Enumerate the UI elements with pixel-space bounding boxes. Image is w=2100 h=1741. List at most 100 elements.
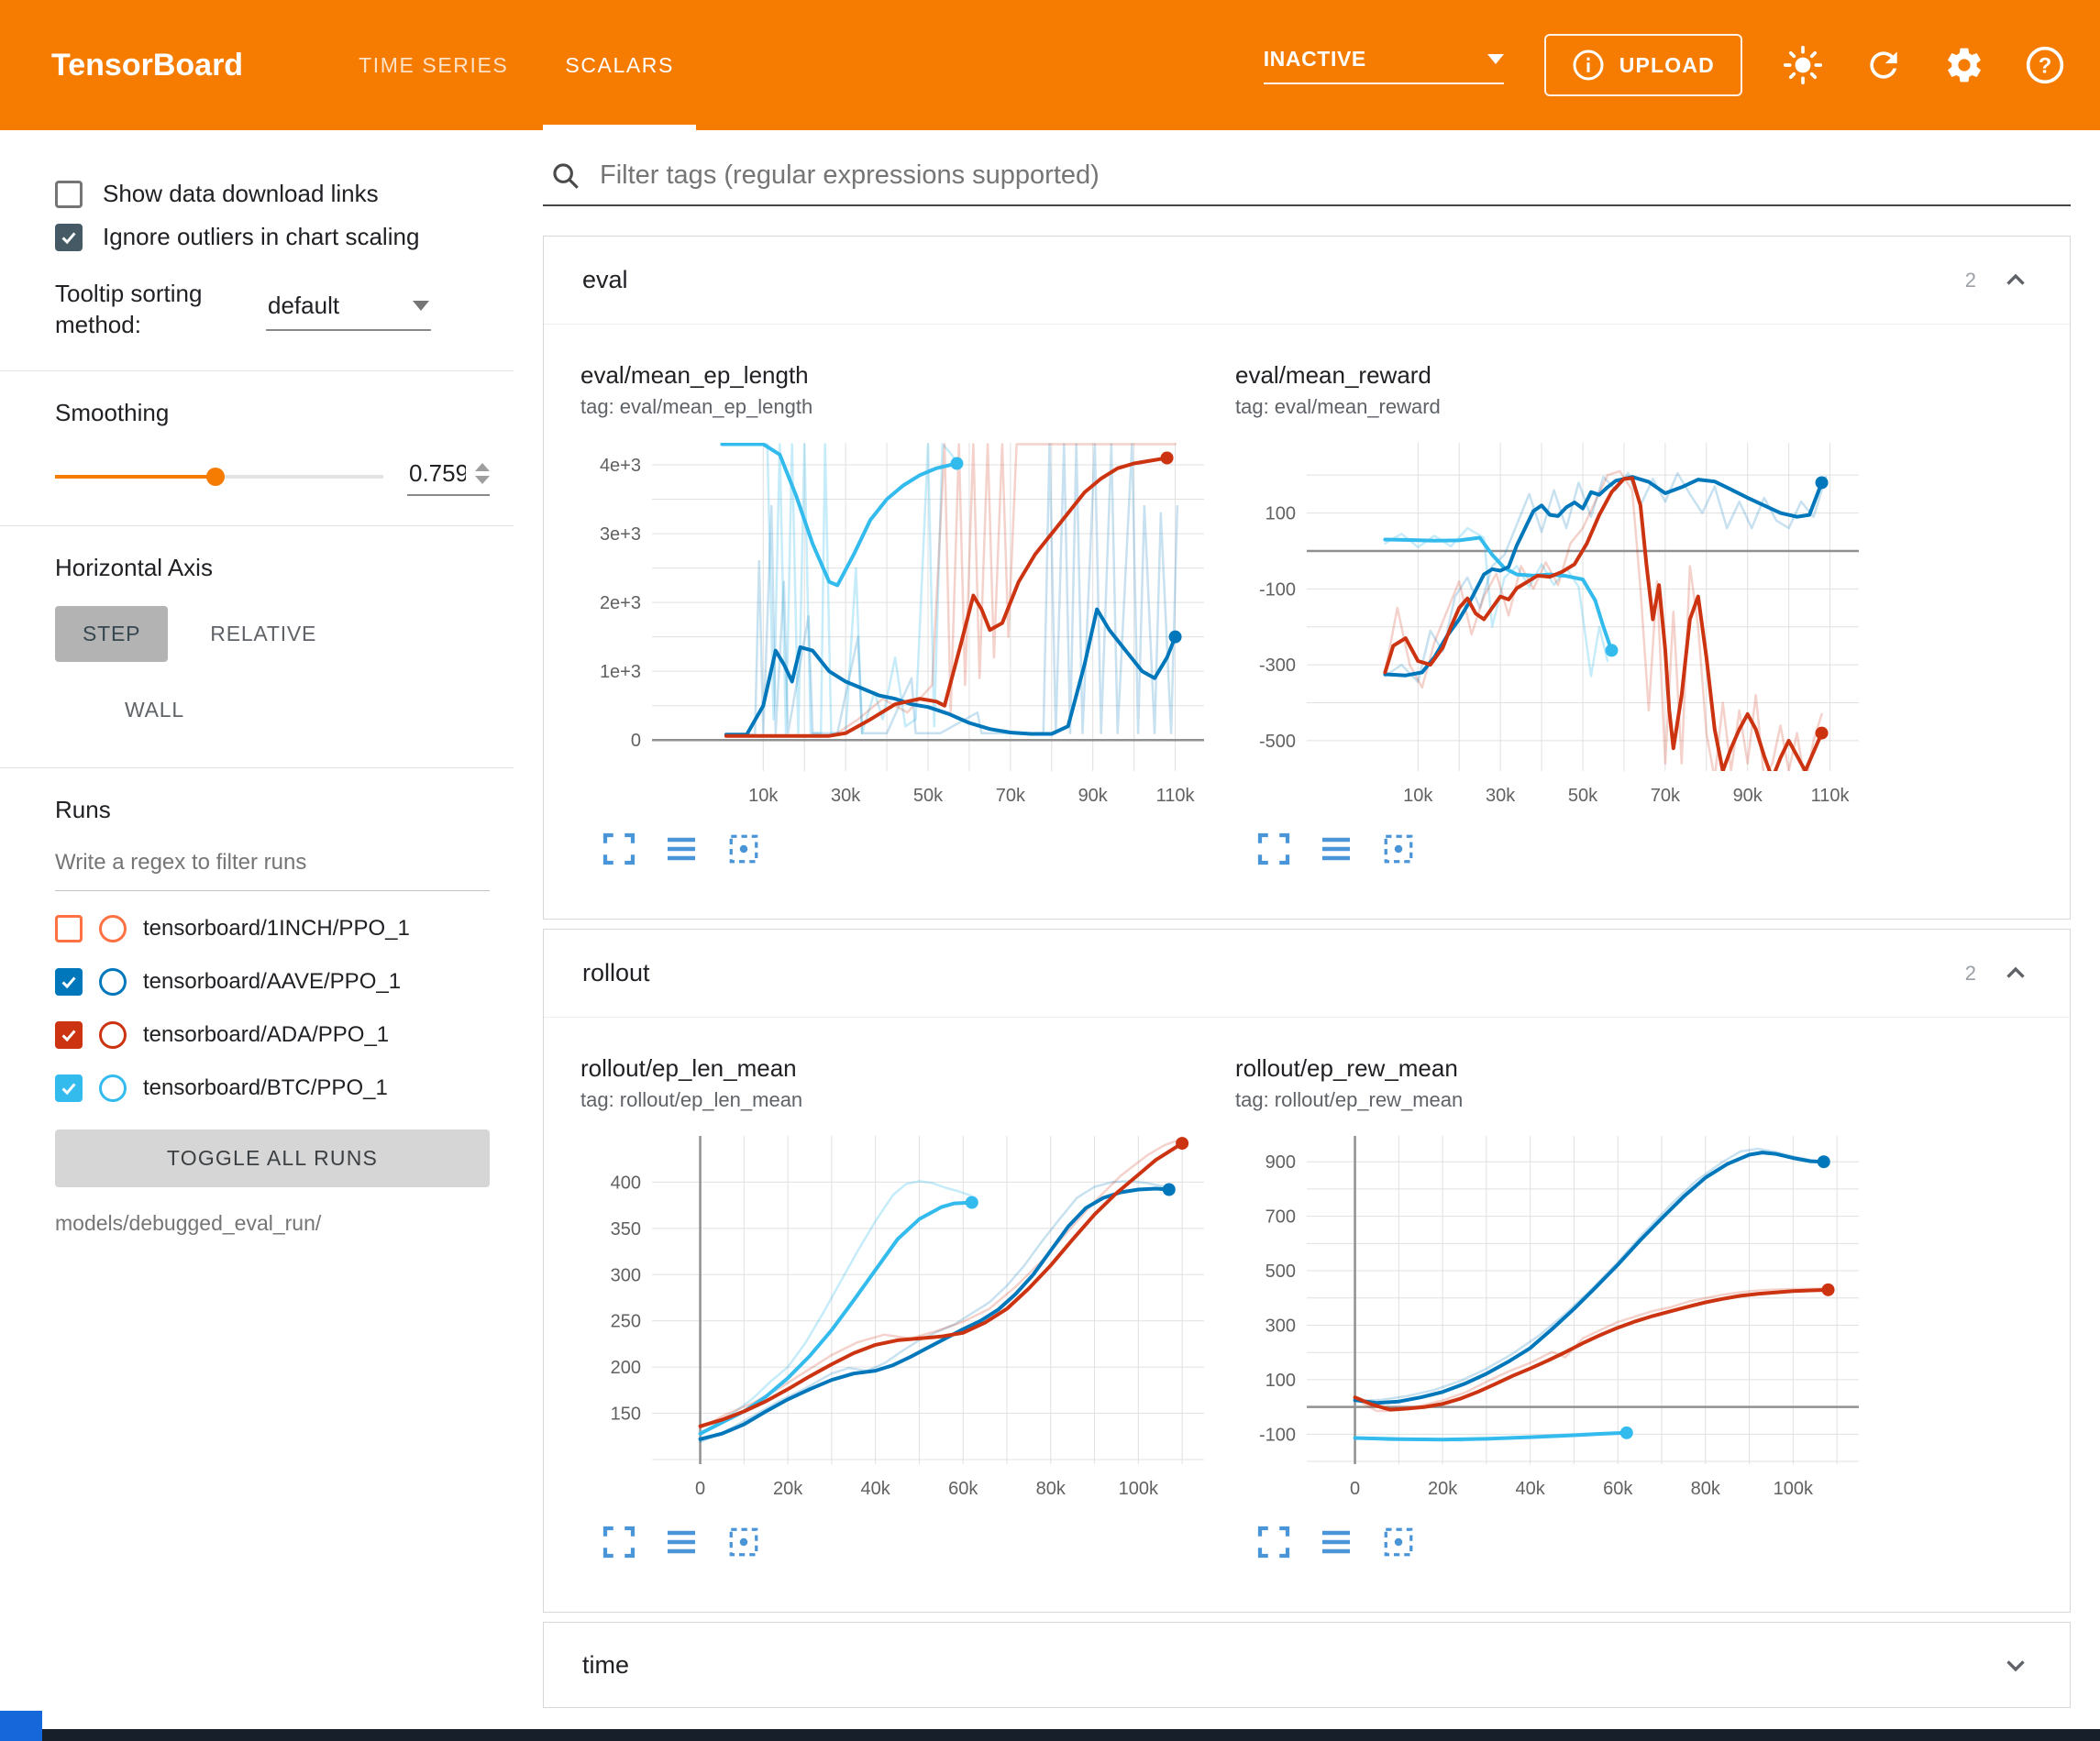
- eval-card-header[interactable]: eval 2: [544, 237, 2070, 325]
- run-color-circle: [99, 1021, 127, 1049]
- series-tensorboard-aave-ppo-1: [701, 1189, 1169, 1439]
- sidebar: Show data download links Ignore outliers…: [0, 130, 514, 1236]
- chart-plot[interactable]: 10k30k50k70k90k110k01e+32e+33e+34e+3: [579, 435, 1211, 813]
- series-tensorboard-aave-ppo-1-unsmoothed-: [701, 1181, 1169, 1441]
- y-tick-label: 300: [1266, 1316, 1296, 1336]
- runs-menu-icon[interactable]: [663, 831, 700, 867]
- chart-toolbar: [1233, 831, 1877, 867]
- collapse-chevron-icon[interactable]: [2000, 958, 2031, 989]
- app-header: TensorBoard TIME SERIES SCALARS INACTIVE…: [0, 0, 2100, 130]
- expand-chevron-icon[interactable]: [2000, 1649, 2031, 1680]
- y-tick-label: 300: [611, 1265, 641, 1285]
- y-tick-label: 350: [611, 1219, 641, 1240]
- fullscreen-icon[interactable]: [1255, 1524, 1292, 1560]
- tab-time-series[interactable]: TIME SERIES: [335, 0, 532, 130]
- series-tensorboard-btc-ppo-1: [701, 1203, 972, 1434]
- runs-label: Runs: [55, 796, 490, 824]
- filter-tags-input[interactable]: [598, 160, 2067, 192]
- run-row-ada[interactable]: tensorboard/ADA/PPO_1: [55, 1008, 490, 1062]
- x-tick-label: 10k: [1403, 786, 1433, 806]
- stepper-icon[interactable]: [475, 463, 490, 484]
- y-tick-label: 0: [631, 731, 641, 751]
- y-tick-label: 150: [611, 1405, 641, 1425]
- runs-directory-label: models/debugged_eval_run/: [55, 1211, 490, 1236]
- eval-charts-row: eval/mean_ep_lengthtag: eval/mean_ep_len…: [544, 325, 2070, 919]
- help-icon[interactable]: ?: [2025, 45, 2065, 85]
- x-tick-label: 40k: [861, 1479, 891, 1499]
- endpoint-dot: [950, 457, 963, 470]
- rollout-charts-row: rollout/ep_len_meantag: rollout/ep_len_m…: [544, 1018, 2070, 1612]
- checkbox-label: Ignore outliers in chart scaling: [103, 223, 419, 251]
- runs-menu-icon[interactable]: [1318, 831, 1354, 867]
- show-download-links-checkbox[interactable]: Show data download links: [55, 180, 490, 208]
- refresh-icon[interactable]: [1863, 45, 1904, 85]
- settings-gear-icon[interactable]: [1944, 45, 1984, 85]
- y-tick-label: 200: [611, 1358, 641, 1378]
- chart-plot[interactable]: 020k40k60k80k100k150200250300350400: [579, 1129, 1211, 1506]
- y-tick-label: 2e+3: [600, 593, 641, 613]
- run-checkbox: [55, 1021, 83, 1049]
- x-tick-label: 80k: [1036, 1479, 1067, 1499]
- run-row-1inch[interactable]: tensorboard/1INCH/PPO_1: [55, 902, 490, 955]
- x-tick-label: 90k: [1733, 786, 1763, 806]
- x-tick-label: 100k: [1119, 1479, 1159, 1499]
- axis-step-button[interactable]: STEP: [55, 606, 168, 662]
- smoothing-slider[interactable]: [55, 467, 383, 487]
- runs-menu-icon[interactable]: [663, 1524, 700, 1560]
- chart-tag: tag: eval/mean_ep_length: [580, 395, 1222, 419]
- rollout-card-header[interactable]: rollout 2: [544, 930, 2070, 1018]
- time-card-header[interactable]: time: [544, 1623, 2070, 1707]
- status-dropdown[interactable]: INACTIVE: [1264, 47, 1504, 84]
- fit-domain-icon[interactable]: [1380, 831, 1417, 867]
- fit-domain-icon[interactable]: [725, 831, 762, 867]
- fullscreen-icon[interactable]: [601, 1524, 637, 1560]
- chart-plot[interactable]: 10k30k50k70k90k110k100-100-300-500: [1233, 435, 1866, 813]
- x-tick-label: 30k: [1486, 786, 1516, 806]
- x-tick-label: 10k: [748, 786, 779, 806]
- header-actions: INACTIVE UPLOAD ?: [1264, 0, 2065, 130]
- fit-domain-icon[interactable]: [725, 1524, 762, 1560]
- series-tensorboard-btc-ppo-1-unsmoothed-: [722, 445, 956, 733]
- run-row-btc[interactable]: tensorboard/BTC/PPO_1: [55, 1062, 490, 1115]
- fit-domain-icon[interactable]: [1380, 1524, 1417, 1560]
- series-tensorboard-aave-ppo-1-unsmoothed-: [1355, 1149, 1824, 1401]
- tooltip-sorting-dropdown[interactable]: default: [266, 284, 431, 331]
- y-tick-label: 900: [1266, 1152, 1296, 1173]
- brightness-icon[interactable]: [1783, 45, 1823, 85]
- endpoint-dot: [1816, 727, 1829, 740]
- run-label: tensorboard/ADA/PPO_1: [143, 1022, 389, 1048]
- x-tick-label: 30k: [831, 786, 861, 806]
- x-tick-label: 40k: [1516, 1479, 1546, 1499]
- card-title: time: [582, 1651, 629, 1680]
- runs-filter-input[interactable]: [55, 844, 490, 891]
- tab-scalars[interactable]: SCALARS: [541, 0, 698, 130]
- smoothing-value-input[interactable]: [407, 458, 468, 489]
- runs-menu-icon[interactable]: [1318, 1524, 1354, 1560]
- run-row-aave[interactable]: tensorboard/AAVE/PPO_1: [55, 955, 490, 1008]
- main-content: eval 2 eval/mean_ep_lengthtag: eval/mean…: [514, 130, 2100, 1708]
- series-tensorboard-btc-ppo-1: [1385, 538, 1611, 651]
- endpoint-dot: [1176, 1137, 1188, 1150]
- y-tick-label: -300: [1259, 656, 1296, 676]
- collapse-chevron-icon[interactable]: [2000, 265, 2031, 296]
- ignore-outliers-checkbox[interactable]: Ignore outliers in chart scaling: [55, 223, 490, 251]
- run-checkbox: [55, 1074, 83, 1102]
- fullscreen-icon[interactable]: [1255, 831, 1292, 867]
- fullscreen-icon[interactable]: [601, 831, 637, 867]
- axis-wall-button[interactable]: WALL: [97, 682, 212, 738]
- chart-title: eval/mean_reward: [1235, 361, 1877, 390]
- run-checkbox: [55, 968, 83, 996]
- slider-fill: [55, 475, 216, 479]
- chart-title: rollout/ep_len_mean: [580, 1054, 1222, 1083]
- horizontal-axis-label: Horizontal Axis: [55, 554, 490, 582]
- series-tensorboard-btc-ppo-1-unsmoothed-: [701, 1181, 972, 1435]
- upload-button[interactable]: UPLOAD: [1544, 34, 1742, 96]
- run-label: tensorboard/1INCH/PPO_1: [143, 916, 410, 942]
- card-eval: eval 2 eval/mean_ep_lengthtag: eval/mean…: [543, 236, 2071, 920]
- axis-relative-button[interactable]: RELATIVE: [182, 606, 344, 662]
- chart-plot[interactable]: 020k40k60k80k100k-100100300500700900: [1233, 1129, 1866, 1506]
- toggle-all-runs-button[interactable]: TOGGLE ALL RUNS: [55, 1129, 490, 1187]
- x-tick-label: 70k: [1651, 786, 1681, 806]
- slider-thumb[interactable]: [206, 468, 225, 486]
- x-tick-label: 20k: [1428, 1479, 1458, 1499]
